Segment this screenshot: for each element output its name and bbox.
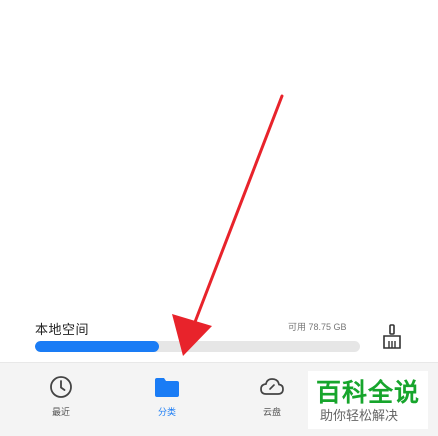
tab-recent-label: 最近 (51, 407, 70, 417)
watermark-subtitle: 助你轻松解决 (320, 409, 399, 424)
tab-cloud-label: 云盘 (262, 407, 281, 417)
watermark-logo: 百科全说 (316, 378, 421, 407)
broom-icon (383, 324, 401, 349)
storage-available-text: 可用 78.75 GB (288, 322, 347, 332)
tab-category-label: 分类 (157, 407, 176, 417)
cloud-icon (259, 374, 285, 400)
storage-label: 本地空间 (35, 322, 90, 337)
storage-progress-fill (35, 341, 159, 352)
tab-category[interactable]: 分类 (137, 363, 197, 425)
storage-progress-bar (35, 341, 360, 352)
clean-storage-button[interactable] (378, 322, 406, 352)
watermark: 百科全说 助你轻松解决 (308, 371, 428, 429)
clock-icon (48, 374, 74, 400)
tab-cloud[interactable]: 云盘 (242, 363, 302, 425)
tab-recent[interactable]: 最近 (31, 363, 91, 425)
folder-icon (154, 374, 180, 400)
content-area (0, 0, 438, 362)
